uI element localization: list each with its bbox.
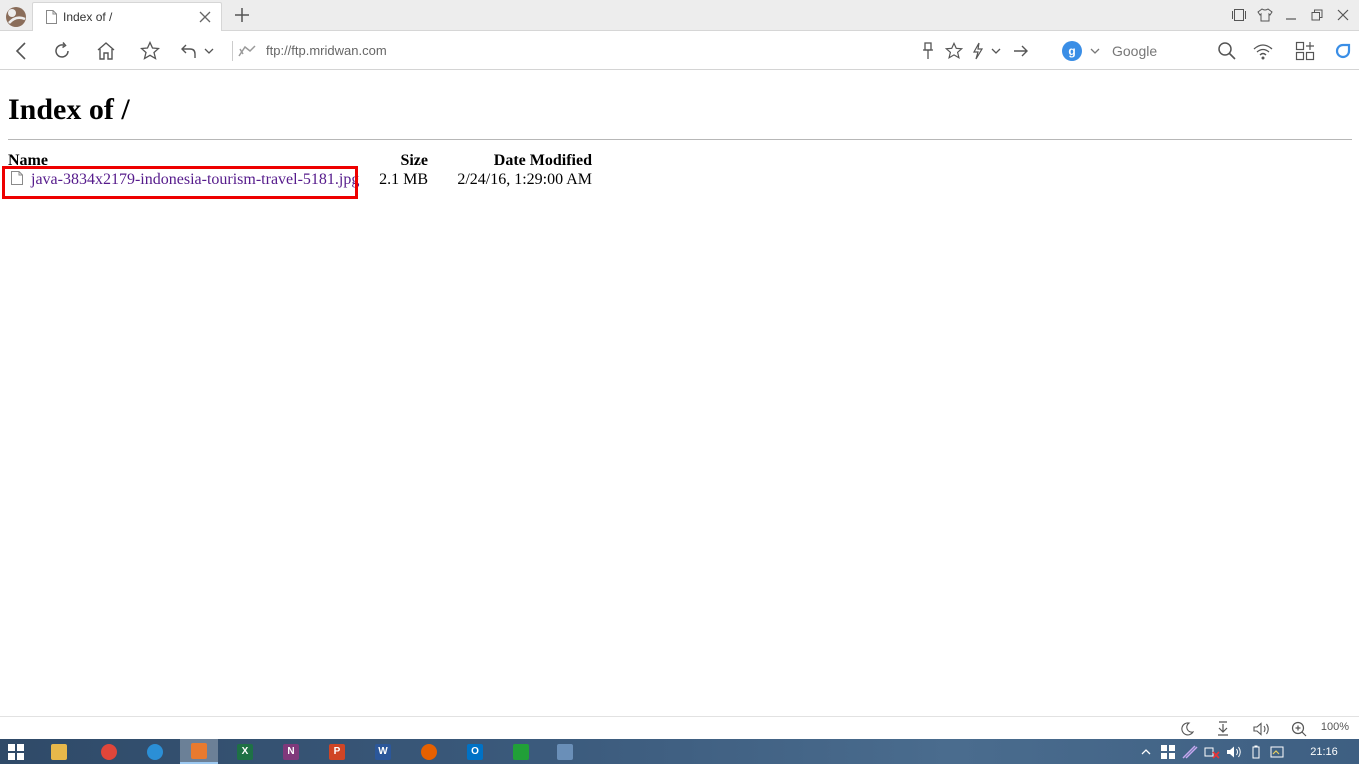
internet-explorer-icon xyxy=(147,743,163,760)
minimize-button[interactable] xyxy=(1281,5,1301,25)
search-icon[interactable] xyxy=(1215,39,1239,63)
powerpoint-icon: P xyxy=(329,743,345,760)
night-mode-moon-icon[interactable] xyxy=(1178,720,1196,738)
tab-title: Index of / xyxy=(63,10,113,24)
file-date-cell: 2/24/16, 1:29:00 AM xyxy=(457,171,592,188)
taskbar-app-button[interactable] xyxy=(502,739,540,764)
page-content: Index of / Name Size Date Modified java-… xyxy=(8,70,1352,190)
file-icon xyxy=(11,170,25,186)
taskbar-app-button[interactable]: W xyxy=(364,739,402,764)
taskbar-app-button[interactable]: N xyxy=(272,739,310,764)
taskbar-app-button[interactable] xyxy=(546,739,584,764)
skin-shirt-icon[interactable] xyxy=(1255,5,1275,25)
taskbar-app-button[interactable] xyxy=(40,739,78,764)
tab-strip: Index of / xyxy=(0,0,1359,31)
taskbar-app-button[interactable]: X xyxy=(226,739,264,764)
pin-icon[interactable] xyxy=(916,39,940,63)
close-window-button[interactable] xyxy=(1333,5,1353,25)
taskbar-clock[interactable]: 21:16 xyxy=(1289,746,1359,758)
undo-dropdown-chevron-icon[interactable] xyxy=(202,39,216,63)
taskbar-app-button[interactable] xyxy=(180,739,218,764)
volume-icon[interactable] xyxy=(1253,720,1271,738)
connection-icon xyxy=(232,40,260,61)
battery-icon[interactable] xyxy=(1245,739,1267,764)
search-engine-dropdown-chevron-icon[interactable] xyxy=(1090,47,1100,55)
file-explorer-icon xyxy=(51,743,67,760)
taskbar-app-button[interactable] xyxy=(136,739,174,764)
page-heading: Index of / xyxy=(8,93,130,126)
network-error-icon[interactable] xyxy=(1201,739,1223,764)
restore-button[interactable] xyxy=(1307,5,1327,25)
lightning-icon[interactable] xyxy=(966,39,990,63)
status-bar: 100% xyxy=(0,716,1359,739)
pen-icon[interactable] xyxy=(1179,739,1201,764)
search-input[interactable]: Google xyxy=(1112,43,1157,59)
outlook-icon: O xyxy=(467,743,483,760)
system-tray: 21:16 xyxy=(1135,739,1359,764)
file-size-cell: 2.1 MB xyxy=(379,171,428,188)
date-column-header: Date Modified xyxy=(493,152,592,169)
action-center-icon[interactable] xyxy=(1267,739,1289,764)
taskbar: X N P W O 21:16 xyxy=(0,739,1359,764)
uc-browser-icon xyxy=(191,742,207,759)
chrome-icon xyxy=(101,743,117,760)
show-hidden-icons-chevron-icon[interactable] xyxy=(1135,739,1157,764)
new-tab-button[interactable] xyxy=(232,5,252,25)
window-controls xyxy=(1229,4,1353,26)
onenote-icon: N xyxy=(283,743,299,760)
close-tab-icon[interactable] xyxy=(197,9,213,25)
firefox-icon xyxy=(421,743,437,760)
taskbar-app-button[interactable] xyxy=(90,739,128,764)
taskbar-app-button[interactable] xyxy=(410,739,448,764)
url-text[interactable]: ftp://ftp.mridwan.com xyxy=(266,43,387,58)
speaker-icon[interactable] xyxy=(1223,739,1245,764)
sidebar-toggle-icon[interactable] xyxy=(1229,5,1249,25)
taskbar-app-button[interactable]: P xyxy=(318,739,356,764)
download-icon[interactable] xyxy=(1214,720,1232,738)
file-listing-table: Name Size Date Modified java-3834x2179-i… xyxy=(8,152,592,190)
spreadsheet-app-icon xyxy=(513,743,529,760)
home-icon[interactable] xyxy=(94,39,118,63)
account-icon[interactable] xyxy=(1331,39,1355,63)
undo-close-tab-icon[interactable] xyxy=(178,39,202,63)
go-arrow-icon[interactable] xyxy=(1009,39,1033,63)
name-column-header: Name xyxy=(8,152,48,169)
browser-tab[interactable]: Index of / xyxy=(32,2,222,31)
lightning-dropdown-chevron-icon[interactable] xyxy=(988,39,1004,63)
back-icon[interactable] xyxy=(10,39,34,63)
bookmark-star-icon[interactable] xyxy=(138,39,162,63)
file-name-cell: java-3834x2179-indonesia-tourism-travel-… xyxy=(8,169,360,190)
zoom-level[interactable]: 100% xyxy=(1321,721,1349,733)
table-header-row: Name Size Date Modified xyxy=(8,152,592,169)
apps-grid-icon[interactable] xyxy=(1293,39,1317,63)
word-icon: W xyxy=(375,743,391,760)
navigation-bar: ftp://ftp.mridwan.com g Google xyxy=(0,31,1359,70)
windows-tray-icon[interactable] xyxy=(1157,739,1179,764)
zoom-icon[interactable] xyxy=(1290,720,1308,738)
taskbar-app-button[interactable]: O xyxy=(456,739,494,764)
document-icon xyxy=(43,8,59,26)
file-link[interactable]: java-3834x2179-indonesia-tourism-travel-… xyxy=(31,171,359,188)
table-row: java-3834x2179-indonesia-tourism-travel-… xyxy=(8,169,592,190)
excel-icon: X xyxy=(237,743,253,760)
search-engine-badge[interactable]: g xyxy=(1062,40,1082,61)
size-column-header: Size xyxy=(400,152,428,169)
virtualbox-icon xyxy=(557,743,573,760)
wifi-icon[interactable] xyxy=(1251,39,1275,63)
windows-start-icon[interactable] xyxy=(8,744,24,760)
heading-divider xyxy=(8,139,1352,140)
favorite-star-icon[interactable] xyxy=(942,39,966,63)
uc-browser-logo-icon[interactable] xyxy=(0,0,32,31)
reload-icon[interactable] xyxy=(50,39,74,63)
